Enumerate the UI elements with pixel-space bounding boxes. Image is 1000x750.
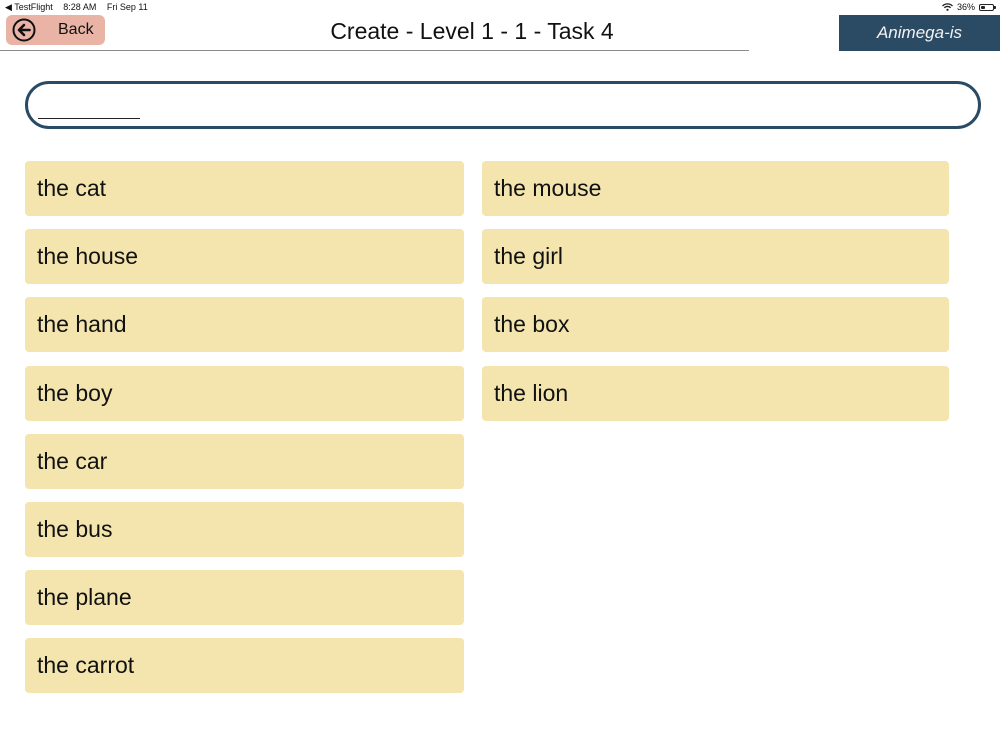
battery-icon xyxy=(979,3,996,11)
page-title: Create - Level 1 - 1 - Task 4 xyxy=(330,18,614,44)
status-date: Fri Sep 11 xyxy=(106,2,148,12)
brand-badge: Animega-is xyxy=(839,15,1000,51)
status-time: 8:28 AM xyxy=(63,2,97,12)
battery-level xyxy=(981,5,985,9)
status-left: ◀ TestFlight 8:28 AM Fri Sep 11 xyxy=(5,0,156,14)
phrase-tile[interactable]: the mouse xyxy=(482,161,949,216)
phrase-tile[interactable]: the boy xyxy=(25,366,464,421)
phrase-tile[interactable]: the cat xyxy=(25,161,464,216)
phrase-tile[interactable]: the car xyxy=(25,434,464,489)
phrase-tile[interactable]: the plane xyxy=(25,570,464,625)
phrase-tile[interactable]: the hand xyxy=(25,297,464,352)
phrase-tile[interactable]: the bus xyxy=(25,502,464,557)
phrase-tile[interactable]: the house xyxy=(25,229,464,284)
phrase-tile[interactable]: the carrot xyxy=(25,638,464,693)
status-bar: ◀ TestFlight 8:28 AM Fri Sep 11 36% xyxy=(0,0,1000,14)
testflight-back-link[interactable]: ◀ TestFlight xyxy=(5,2,53,12)
title-divider xyxy=(0,50,749,51)
answer-field[interactable] xyxy=(25,81,981,129)
battery-percent: 36% xyxy=(956,2,975,12)
wifi-icon xyxy=(942,3,953,11)
status-right: 36% xyxy=(942,0,996,14)
answer-blank-line xyxy=(38,118,140,119)
phrase-tile[interactable]: the lion xyxy=(482,366,949,421)
phrase-tile[interactable]: the girl xyxy=(482,229,949,284)
phrase-tile[interactable]: the box xyxy=(482,297,949,352)
